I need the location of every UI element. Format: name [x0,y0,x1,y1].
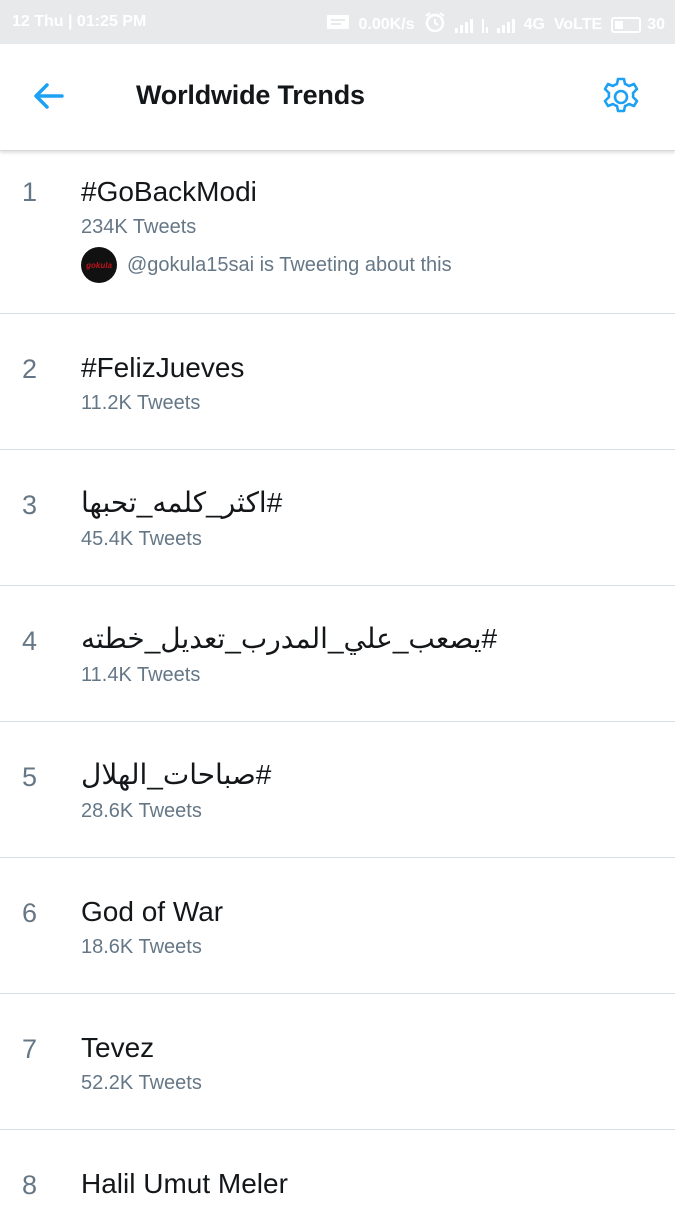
trend-name: #صباحات_الهلال [81,759,272,790]
trend-rank: 7 [22,1034,38,1064]
trend-item[interactable]: 8 Halil Umut Meler [0,1130,675,1210]
trend-count: 18.6K Tweets [81,936,202,958]
back-button[interactable] [28,76,76,120]
trend-rank: 4 [22,626,38,656]
status-time: 12 Thu | 01:25 PM [12,13,147,30]
trend-item[interactable]: 4 #يصعب_علي_المدرب_تعديل_خطته 11.4K Twee… [0,586,675,722]
trend-item[interactable]: 1 #GoBackModi 234K Tweets gokula @gokula… [0,151,675,314]
trend-rank: 6 [22,898,38,928]
trend-name: #FelizJueves [81,352,245,383]
app-header: Worldwide Trends [0,44,675,151]
trend-rank: 2 [22,354,38,384]
network-type: 4G [523,15,545,33]
signal-icon [454,17,473,33]
volte-label: VoLTE [553,15,603,33]
trend-item[interactable]: 5 #صباحات_الهلال 28.6K Tweets [0,722,675,858]
trend-name: #GoBackModi [81,176,257,207]
trend-count: 11.4K Tweets [81,664,201,686]
trend-item[interactable]: 3 #اكثر_كلمه_تحبها 45.4K Tweets [0,450,675,586]
trend-rank: 3 [22,490,38,520]
settings-button[interactable] [598,74,646,122]
battery-level: 30 [647,15,665,33]
gear-icon [598,77,644,124]
trend-count: 45.4K Tweets [81,528,202,550]
trend-name: Tevez [81,1032,155,1063]
trend-name: God of War [81,896,224,927]
page-title: Worldwide Trends [136,80,365,110]
trend-count: 52.2K Tweets [81,1072,202,1094]
signal-icon [496,17,515,33]
trend-context: gokula @gokula15sai is Tweeting about th… [81,247,452,283]
trend-count: 234K Tweets [81,216,197,238]
trend-rank: 5 [22,762,38,792]
trend-rank: 8 [22,1170,38,1200]
trend-item[interactable]: 2 #FelizJueves 11.2K Tweets [0,314,675,450]
context-text: @gokula15sai is Tweeting about this [127,253,452,276]
trend-list: 1 #GoBackModi 234K Tweets gokula @gokula… [0,151,675,1210]
trend-item[interactable]: 7 Tevez 52.2K Tweets [0,994,675,1130]
battery-icon: 30 [611,16,665,34]
trend-item[interactable]: 6 God of War 18.6K Tweets [0,858,675,994]
net-speed: 0.00K/s [358,15,415,33]
signal-icon [481,17,488,33]
trend-count: 28.6K Tweets [81,800,202,822]
avatar-logo: gokula [86,260,112,270]
alarm-icon [424,11,446,38]
avatar[interactable]: gokula [81,247,117,283]
trend-name: #يصعب_علي_المدرب_تعديل_خطته [81,623,498,654]
status-icons: 0.00K/s 4G VoLTE 30 [326,11,665,38]
trend-count: 11.2K Tweets [81,392,201,414]
arrow-left-icon [28,83,68,120]
trend-name: #اكثر_كلمه_تحبها [81,487,283,518]
trend-rank: 1 [22,177,38,207]
status-bar: 12 Thu | 01:25 PM 0.00K/s 4G VoLTE 30 [0,0,675,44]
notification-icon [326,14,350,35]
trend-name: Halil Umut Meler [81,1168,288,1199]
